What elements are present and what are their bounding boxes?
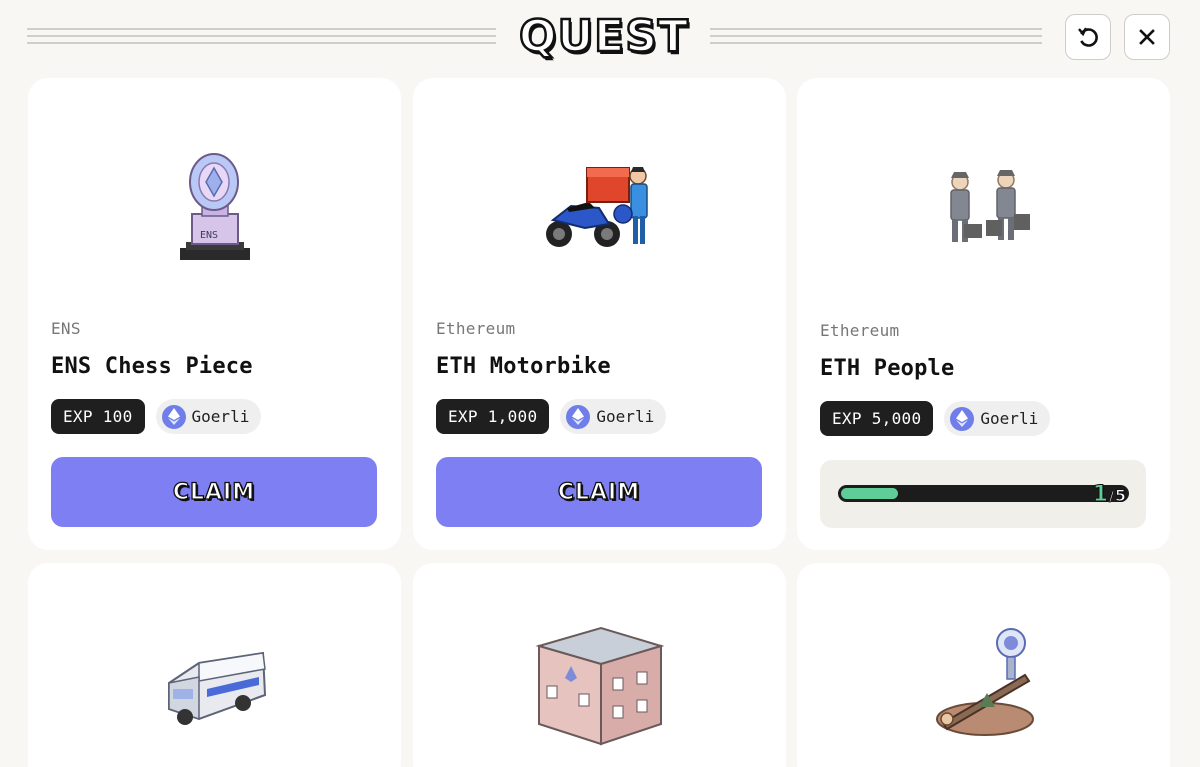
progress-count: 1 / 5 bbox=[1092, 482, 1126, 508]
progress-total: 5 bbox=[1114, 486, 1126, 506]
quest-chain: Ethereum bbox=[436, 319, 516, 338]
svg-text:ENS: ENS bbox=[200, 230, 218, 241]
ethereum-building-icon bbox=[413, 608, 786, 758]
eth-people-icon bbox=[797, 128, 1170, 288]
quest-tags: EXP 1,000 Goerli bbox=[436, 399, 667, 434]
network-badge: Goerli bbox=[560, 399, 667, 434]
exp-badge: EXP 5,000 bbox=[820, 401, 934, 436]
eth-motorbike-icon bbox=[413, 128, 786, 288]
progress-track bbox=[838, 485, 1129, 502]
network-label: Goerli bbox=[596, 407, 655, 426]
quest-title: ETH People bbox=[820, 356, 955, 381]
exp-badge: EXP 100 bbox=[51, 399, 145, 434]
progress-current: 1 bbox=[1092, 482, 1109, 508]
quest-tags: EXP 5,000 Goerli bbox=[820, 401, 1051, 436]
network-label: Goerli bbox=[191, 407, 250, 426]
header-rule-left bbox=[27, 28, 496, 46]
quest-card-eth-motorbike: Ethereum ETH Motorbike EXP 1,000 Goerli … bbox=[413, 78, 786, 550]
ethereum-icon bbox=[566, 404, 591, 429]
header-rule-right bbox=[710, 28, 1042, 46]
network-badge: Goerli bbox=[944, 401, 1051, 436]
refresh-button[interactable] bbox=[1065, 14, 1111, 60]
logo-text: QUEST bbox=[518, 11, 689, 62]
quest-title: ENS Chess Piece bbox=[51, 354, 253, 379]
progress-separator: / bbox=[1109, 490, 1115, 506]
armored-truck-icon bbox=[28, 608, 401, 758]
quest-card-ethereum-building bbox=[413, 563, 786, 767]
quest-progress: 1 / 5 bbox=[820, 460, 1146, 528]
close-icon bbox=[1139, 29, 1155, 45]
quest-card-eth-people: Ethereum ETH People EXP 5,000 Goerli 1 /… bbox=[797, 78, 1170, 550]
ethereum-icon bbox=[950, 406, 975, 431]
seesaw-icon bbox=[797, 608, 1170, 758]
quest-card-armored-truck bbox=[28, 563, 401, 767]
network-badge: Goerli bbox=[155, 399, 262, 434]
network-label: Goerli bbox=[980, 409, 1039, 428]
refresh-icon bbox=[1078, 27, 1098, 47]
quest-title: ETH Motorbike bbox=[436, 354, 611, 379]
claim-label: CLAIM bbox=[172, 479, 256, 505]
quest-card-seesaw bbox=[797, 563, 1170, 767]
claim-button[interactable]: CLAIM bbox=[51, 457, 377, 527]
quest-tags: EXP 100 Goerli bbox=[51, 399, 262, 434]
quest-chain: Ethereum bbox=[820, 321, 900, 340]
ethereum-icon bbox=[161, 404, 186, 429]
quest-chain: ENS bbox=[51, 319, 81, 338]
progress-fill bbox=[841, 488, 898, 499]
quest-logo: QUEST bbox=[518, 12, 690, 62]
ens-chess-piece-icon: ENS bbox=[28, 128, 401, 288]
close-button[interactable] bbox=[1124, 14, 1170, 60]
claim-label: CLAIM bbox=[557, 479, 641, 505]
exp-badge: EXP 1,000 bbox=[436, 399, 550, 434]
claim-button[interactable]: CLAIM bbox=[436, 457, 762, 527]
quest-card-ens-chess-piece: ENS ENS ENS Chess Piece EXP 100 Goerli C… bbox=[28, 78, 401, 550]
header: QUEST bbox=[0, 0, 1200, 78]
